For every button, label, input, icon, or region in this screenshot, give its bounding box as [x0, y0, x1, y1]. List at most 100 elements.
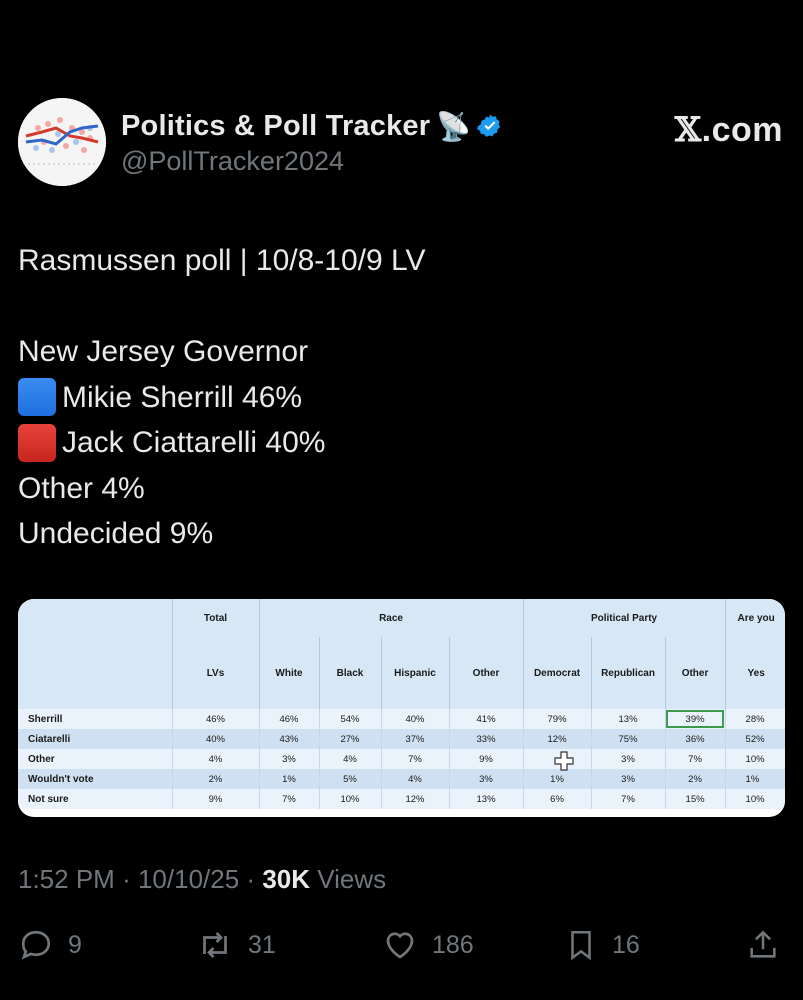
repost-button[interactable]: 31	[196, 923, 276, 967]
table-cell: 79%	[523, 709, 592, 729]
table-row: Ciatarelli 40% 43% 27% 37% 33% 12% 75% 3…	[18, 729, 785, 749]
table-cell: 3%	[591, 749, 666, 769]
tweet-line-ciattarelli: Jack Ciattarelli 40%	[18, 420, 785, 466]
poll-table: Total Race Political Party Are you LVs W…	[18, 599, 785, 809]
table-cell: 3%	[591, 769, 666, 789]
verified-badge-icon	[477, 114, 501, 137]
handle[interactable]: @PollTracker2024	[121, 146, 503, 177]
table-cell: 13%	[591, 709, 666, 729]
group-header: Political Party	[523, 599, 726, 637]
column-header: Black	[319, 637, 382, 709]
avatar[interactable]	[18, 98, 106, 186]
table-cell: 36%	[665, 729, 726, 749]
table-cell: 7%	[259, 789, 320, 809]
table-cell: 4%	[319, 749, 382, 769]
table-cell-selected: 39%	[665, 709, 726, 729]
table-cell: 1%	[523, 769, 592, 789]
column-header: Other	[449, 637, 524, 709]
tweet-header: Politics & Poll Tracker 📡 @PollTracker20…	[18, 98, 785, 190]
bookmark-icon	[571, 930, 591, 961]
table-cell: 2%	[665, 769, 726, 789]
table-cell: 1%	[725, 769, 785, 789]
timestamp-time[interactable]: 1:52 PM	[18, 864, 115, 894]
sherrill-result: Mikie Sherrill 46%	[62, 380, 303, 414]
table-cell: 10%	[319, 789, 382, 809]
tweet-line-undecided: Undecided 9%	[18, 517, 214, 550]
table-cell: 46%	[172, 709, 260, 729]
column-header: Democrat	[523, 637, 592, 709]
table-cell: 10%	[725, 749, 785, 769]
table-cell: 54%	[319, 709, 382, 729]
table-cell: 9%	[172, 789, 260, 809]
share-icon	[750, 930, 776, 958]
table-cell: 12%	[523, 729, 592, 749]
bookmark-count: 16	[612, 930, 640, 959]
row-label: Other	[18, 749, 173, 769]
reply-count: 9	[68, 930, 82, 959]
tweet-text: Rasmussen poll | 10/8-10/9 LV New Jersey…	[18, 238, 785, 557]
table-cell: 43%	[259, 729, 320, 749]
reply-button[interactable]: 9	[18, 923, 82, 967]
tweet-line-poll: Rasmussen poll | 10/8-10/9 LV	[18, 244, 426, 277]
table-cell: 28%	[725, 709, 785, 729]
table-corner	[18, 599, 173, 637]
tweet-line-sherrill: Mikie Sherrill 46%	[18, 375, 785, 421]
table-cell: 10%	[725, 789, 785, 809]
table-row: Sherrill 46% 46% 54% 40% 41% 79% 13% 39%…	[18, 709, 785, 729]
table-cell: 1%	[259, 769, 320, 789]
column-header: Hispanic	[381, 637, 450, 709]
table-cell: 4%	[381, 769, 450, 789]
group-header: Race	[259, 599, 524, 637]
table-cell: 2%	[172, 769, 260, 789]
row-label: Ciatarelli	[18, 729, 173, 749]
brand-suffix: .com	[701, 111, 783, 149]
table-cell: 46%	[259, 709, 320, 729]
repost-count: 31	[248, 930, 276, 959]
table-row: Other 4% 3% 4% 7% 9% 3% 7% 10%	[18, 749, 785, 769]
like-button[interactable]: 186	[382, 923, 474, 967]
share-button[interactable]	[746, 923, 780, 967]
author-names: Politics & Poll Tracker 📡 @PollTracker20…	[121, 108, 503, 177]
repost-icon	[203, 932, 227, 958]
table-cell: 3%	[259, 749, 320, 769]
table-cell: 75%	[591, 729, 666, 749]
column-header: Other	[665, 637, 726, 709]
timestamp-date[interactable]: 10/10/25	[138, 864, 239, 894]
table-cell: 40%	[172, 729, 260, 749]
table-cell: 15%	[665, 789, 726, 809]
separator-dot: ·	[122, 864, 131, 894]
table-row: Not sure 9% 7% 10% 12% 13% 6% 7% 15% 10%	[18, 789, 785, 809]
group-header: Are you	[725, 599, 785, 637]
satellite-dish-icon: 📡	[436, 110, 472, 142]
like-count: 186	[432, 930, 474, 959]
display-name-row: Politics & Poll Tracker 📡	[121, 108, 503, 144]
table-cell: 5%	[319, 769, 382, 789]
views-count: 30K	[262, 864, 311, 894]
reply-icon	[21, 930, 51, 960]
row-label: Not sure	[18, 789, 173, 809]
separator-dot: ·	[246, 864, 256, 894]
table-cell: 6%	[523, 789, 592, 809]
table-cell: 7%	[381, 749, 450, 769]
group-header: Total	[172, 599, 260, 637]
heart-icon	[386, 932, 414, 959]
table-cell: 52%	[725, 729, 785, 749]
table-corner	[18, 637, 173, 709]
table-cell: 13%	[449, 789, 524, 809]
table-cell: 7%	[591, 789, 666, 809]
column-header: White	[259, 637, 320, 709]
row-label: Wouldn't vote	[18, 769, 173, 789]
table-cell: 9%	[449, 749, 524, 769]
table-row: Wouldn't vote 2% 1% 5% 4% 3% 1% 3% 2% 1%	[18, 769, 785, 789]
column-header: Yes	[725, 637, 785, 709]
table-cell: 27%	[319, 729, 382, 749]
poll-table-image[interactable]: Total Race Political Party Are you LVs W…	[18, 599, 785, 817]
display-name[interactable]: Politics & Poll Tracker	[121, 110, 430, 143]
chart-logo-icon	[18, 98, 106, 186]
table-cell: 40%	[381, 709, 450, 729]
bookmark-button[interactable]: 16	[564, 923, 640, 967]
crosshair-cursor-icon	[554, 751, 574, 771]
table-cell: 37%	[381, 729, 450, 749]
views-label: Views	[317, 864, 387, 894]
